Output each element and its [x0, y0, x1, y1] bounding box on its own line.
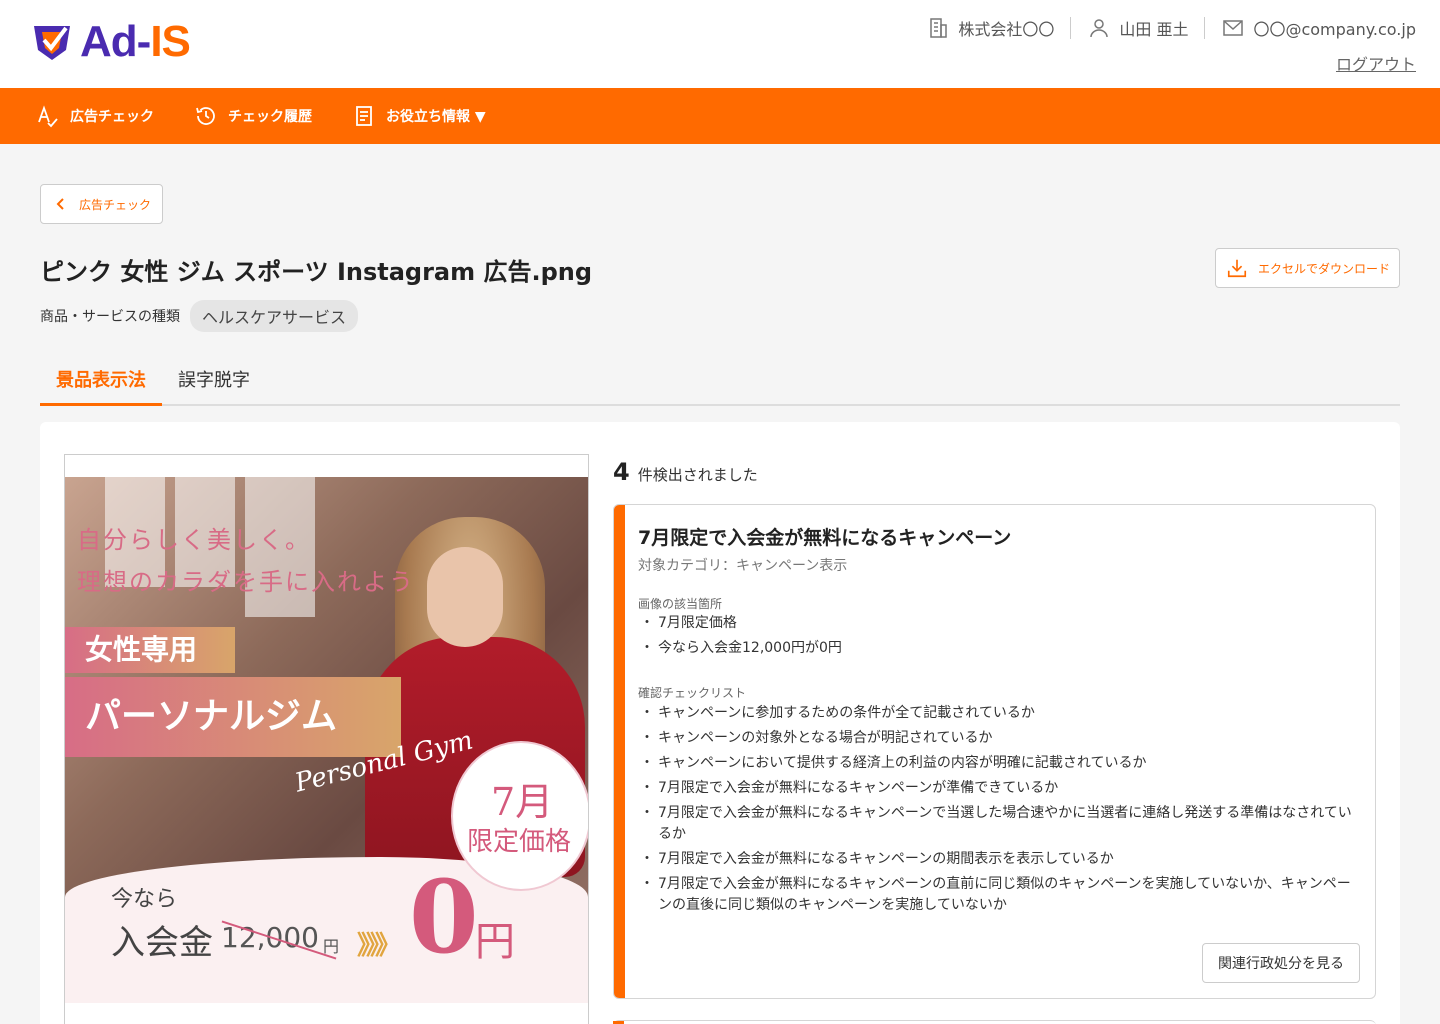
- ad-catchphrase: 自分らしく美しく。 理想のカラダを手に入れよう: [77, 519, 415, 603]
- history-icon: [196, 107, 215, 125]
- divider: [1070, 17, 1072, 39]
- list-item: 7月限定で入会金が無料になるキャンペーンで当選した場合速やかに当選者に連絡し発送…: [640, 803, 1354, 845]
- image-location-list: 7月限定価格 今なら入会金12,000円が0円: [640, 613, 1344, 663]
- section-checklist: 確認チェックリスト: [638, 686, 747, 700]
- result-count-suffix: 件検出されました: [637, 466, 758, 484]
- logout-link[interactable]: ログアウト: [1336, 51, 1416, 75]
- nav-useful-info[interactable]: お役立ち情報 ▼: [352, 104, 486, 128]
- ad-woman-face: [427, 547, 503, 647]
- ad-arrows: 》》》: [357, 931, 401, 961]
- download-icon: [1227, 259, 1247, 278]
- document-icon: [356, 106, 372, 126]
- excel-download-button[interactable]: エクセルでダウンロード: [1215, 248, 1400, 288]
- nav-useful-info-label: お役立ち情報 ▼: [386, 109, 486, 125]
- user-name: 山田 亜土: [1119, 20, 1189, 39]
- ad-new-price: 0: [409, 858, 479, 976]
- list-item: キャンペーンの対象外となる場合が明記されているか: [640, 728, 1354, 749]
- user-icon: [1090, 19, 1109, 38]
- result-count: 4 件検出されました: [613, 458, 758, 486]
- list-item: キャンペーンにおいて提供する経済上の利益の内容が明確に記載されているか: [640, 753, 1354, 774]
- nav-ad-check-label: 広告チェック: [70, 109, 154, 125]
- list-item: 今なら入会金12,000円が0円: [640, 638, 1344, 659]
- tab-premiums-law[interactable]: 景品表示法: [40, 352, 162, 406]
- next-result-card: [613, 1020, 1376, 1024]
- main-nav: 広告チェック チェック履歴 お役立ち情報 ▼: [0, 88, 1440, 144]
- ad-catchphrase-line2: 理想のカラダを手に入れよう: [77, 568, 415, 596]
- logo-shield-icon: [34, 26, 70, 60]
- ad-check-icon: [38, 105, 58, 128]
- list-item: 7月限定で入会金が無料になるキャンペーンの直前に同じ類似のキャンペーンを実施して…: [640, 874, 1354, 916]
- nav-history-label: チェック履歴: [228, 109, 312, 125]
- logo[interactable]: Ad-IS: [30, 17, 191, 66]
- list-item: 7月限定で入会金が無料になるキャンペーンが準備できているか: [640, 778, 1354, 799]
- ad-image: 自分らしく美しく。 理想のカラダを手に入れよう 女性専用 パーソナルジム Per…: [65, 477, 588, 1003]
- back-button[interactable]: 広告チェック: [40, 184, 163, 224]
- ad-catchphrase-line1: 自分らしく美しく。: [77, 526, 311, 554]
- ad-new-price-unit: 円: [475, 919, 515, 965]
- ad-badge-women-only: 女性専用: [65, 627, 235, 673]
- ad-circle-limited: 限定価格: [467, 827, 572, 857]
- list-item: キャンペーンに参加するための条件が全て記載されているか: [640, 703, 1354, 724]
- building-icon: [930, 18, 948, 38]
- user-info: 株式会社〇〇 山田 亜土 〇〇@company.co.jp: [926, 16, 1416, 40]
- checklist: キャンペーンに参加するための条件が全て記載されているか キャンペーンの対象外とな…: [640, 703, 1354, 920]
- email-info: 〇〇@company.co.jp: [1221, 16, 1416, 40]
- logo-text: Ad-IS: [80, 17, 191, 66]
- top-header: Ad-IS 株式会社〇〇 山田 亜土 〇〇@company.co.jp ログアウ…: [0, 0, 1440, 88]
- result-card-accent: [614, 505, 625, 998]
- result-count-number: 4: [613, 458, 630, 486]
- nav-history[interactable]: チェック履歴: [194, 104, 312, 128]
- company-name: 株式会社〇〇: [958, 20, 1055, 39]
- chevron-left-icon: [56, 198, 64, 210]
- service-type-row: 商品・サービスの種類 ヘルスケアサービス: [40, 300, 359, 332]
- service-type-chip: ヘルスケアサービス: [190, 300, 359, 332]
- tab-typos[interactable]: 誤字脱字: [162, 352, 266, 404]
- back-button-label: 広告チェック: [79, 197, 152, 212]
- nav-ad-check[interactable]: 広告チェック: [36, 104, 154, 128]
- result-tabs: 景品表示法 誤字脱字: [40, 352, 1400, 406]
- result-card: 7月限定で入会金が無料になるキャンペーン 対象カテゴリ：キャンペーン表示 画像の…: [613, 504, 1376, 999]
- user-email: 〇〇@company.co.jp: [1253, 20, 1416, 39]
- list-item: 7月限定で入会金が無料になるキャンペーンの期間表示を表示しているか: [640, 849, 1354, 870]
- related-actions-button[interactable]: 関連行政処分を見る: [1202, 943, 1360, 983]
- user-name-info: 山田 亜土: [1087, 16, 1188, 40]
- section-image-location: 画像の該当箇所: [638, 597, 723, 611]
- result-panel: 自分らしく美しく。 理想のカラダを手に入れよう 女性専用 パーソナルジム Per…: [40, 422, 1400, 1024]
- ad-badge-personal-gym: パーソナルジム: [65, 677, 401, 757]
- excel-download-label: エクセルでダウンロード: [1258, 261, 1391, 276]
- ad-now-text: 今なら: [111, 887, 178, 912]
- page-title: ピンク 女性 ジム スポーツ Instagram 広告.png: [40, 258, 593, 286]
- result-card-category: 対象カテゴリ：キャンペーン表示: [638, 558, 848, 574]
- mail-icon: [1223, 20, 1244, 36]
- ad-fee-text: 入会金: [111, 923, 213, 963]
- company-info: 株式会社〇〇: [926, 16, 1054, 40]
- list-item: 7月限定価格: [640, 613, 1344, 634]
- ad-image-frame: 自分らしく美しく。 理想のカラダを手に入れよう 女性専用 パーソナルジム Per…: [64, 454, 589, 1024]
- result-card-title: 7月限定で入会金が無料になるキャンペーン: [638, 527, 1012, 549]
- ad-circle-month: 7月: [491, 780, 554, 824]
- service-type-label: 商品・サービスの種類: [40, 309, 180, 325]
- divider: [1204, 17, 1206, 39]
